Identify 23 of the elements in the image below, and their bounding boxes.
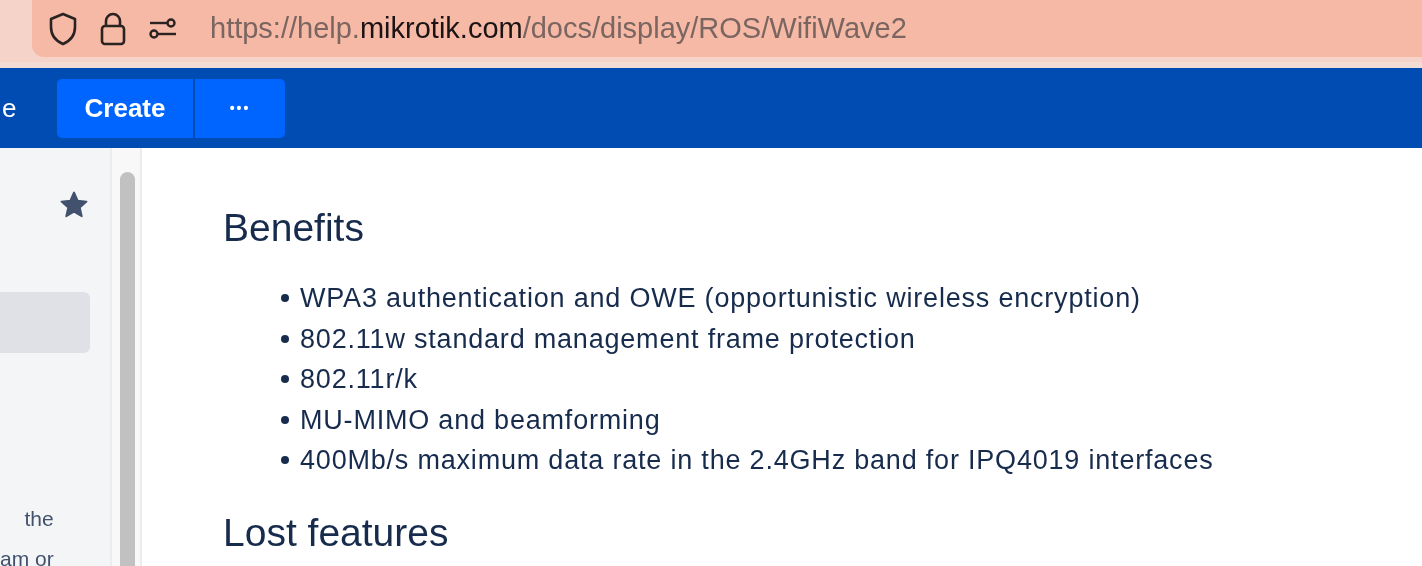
bullet-icon bbox=[281, 334, 289, 343]
section-heading: Lost features bbox=[223, 510, 450, 555]
list-item-text: 802.11r/k bbox=[300, 363, 418, 396]
more-button[interactable]: ••• bbox=[195, 78, 285, 138]
list-item-text: WPA3 authentication and OWE (opportunistic wireless encryption) bbox=[300, 282, 1141, 315]
sidebar-text: am or bbox=[0, 546, 54, 566]
sidebar-text: the bbox=[23, 506, 54, 532]
nav-link[interactable]: e bbox=[2, 92, 57, 124]
settings-icon[interactable] bbox=[148, 17, 178, 40]
bullet-icon bbox=[281, 375, 289, 384]
lock-icon[interactable] bbox=[100, 11, 126, 46]
shield-icon[interactable] bbox=[48, 11, 78, 46]
bullet-icon bbox=[281, 456, 289, 465]
scrollbar-thumb[interactable] bbox=[120, 172, 135, 566]
list-item-text: 400Mb/s maximum data rate in the 2.4GHz band for IPQ4019 interfaces bbox=[300, 444, 1214, 477]
list-item-text: 802.11w standard management frame protection bbox=[300, 322, 916, 356]
star-icon[interactable] bbox=[59, 190, 89, 220]
address-bar[interactable]: https://help.mikrotik.com/docs/display/ROS/WifiWave2 bbox=[32, 0, 1422, 57]
bullet-icon bbox=[281, 415, 289, 424]
bullet-icon bbox=[281, 294, 289, 303]
section-heading: Benefits bbox=[223, 206, 365, 250]
create-button[interactable]: Create bbox=[57, 78, 193, 138]
list-item-text: MU-MIMO and beamforming bbox=[300, 403, 661, 437]
